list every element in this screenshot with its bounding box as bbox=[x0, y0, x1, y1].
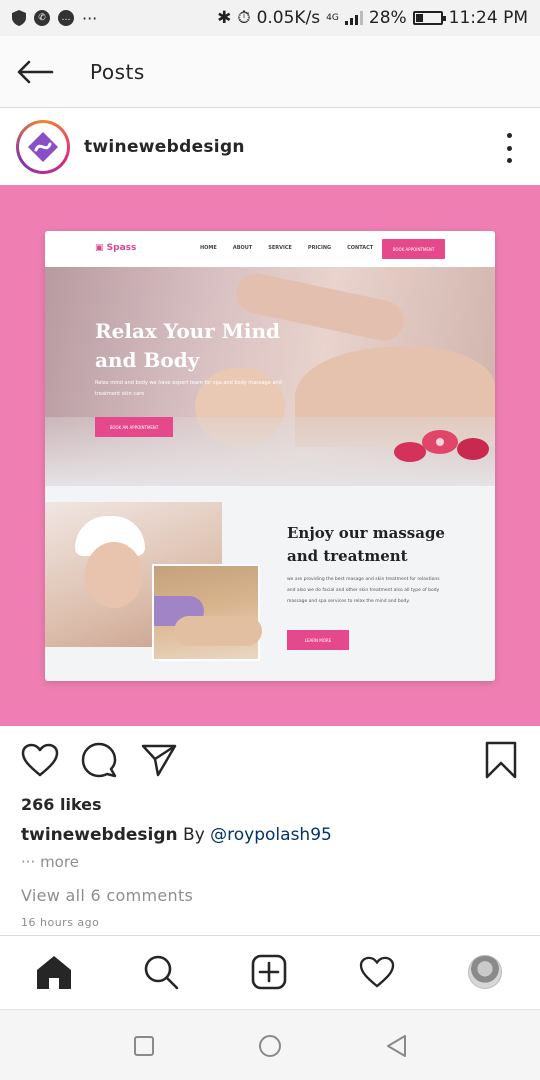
back-triangle-icon bbox=[387, 1035, 406, 1057]
post-image[interactable]: ▣ Spass HOME ABOUT SERVICE PRICING CONTA… bbox=[0, 185, 540, 726]
mockup-section-title: Enjoy our massage and treatment bbox=[287, 524, 445, 565]
nav-profile-button[interactable] bbox=[465, 952, 505, 992]
share-button[interactable] bbox=[139, 740, 179, 780]
mockup-section-text: we are providing the best masage and ski… bbox=[287, 577, 440, 604]
bottom-navigation bbox=[0, 935, 540, 1009]
mockup-navbar: ▣ Spass HOME ABOUT SERVICE PRICING CONTA… bbox=[45, 231, 495, 267]
post-header: twinewebdesign bbox=[0, 109, 540, 185]
send-icon bbox=[141, 744, 177, 777]
bookmark-icon bbox=[485, 741, 517, 779]
mockup-hero-title: Relax Your Mind and Body bbox=[95, 319, 280, 372]
profile-avatar bbox=[468, 955, 502, 989]
more-notifications-indicator: ··· bbox=[82, 8, 98, 28]
mockup-nav-link: HOME bbox=[200, 245, 217, 251]
recents-button[interactable] bbox=[130, 1032, 158, 1060]
post-timestamp: 16 hours ago bbox=[21, 916, 100, 929]
caption-more-link[interactable]: ··· more bbox=[21, 853, 79, 871]
heart-icon bbox=[21, 743, 59, 777]
status-indicators: ✱ ⏱ 0.05K/s 4G 28% 11:24 PM bbox=[217, 8, 528, 28]
nav-activity-button[interactable] bbox=[357, 952, 397, 992]
home-circle-icon bbox=[259, 1035, 281, 1057]
signal-icon bbox=[344, 11, 363, 25]
nav-add-post-button[interactable] bbox=[249, 952, 289, 992]
mockup-nav-link: PRICING bbox=[307, 245, 332, 251]
activity-heart-icon bbox=[359, 956, 395, 988]
mockup-nav-link: SERVICE bbox=[268, 245, 292, 251]
post-actions bbox=[0, 726, 540, 796]
nav-home-button[interactable] bbox=[34, 952, 74, 992]
comment-button[interactable] bbox=[79, 740, 119, 780]
home-icon bbox=[37, 956, 71, 989]
post-avatar[interactable] bbox=[16, 120, 70, 174]
mockup-learn-more-button: LEARN MORE bbox=[287, 630, 349, 650]
post-caption: twinewebdesign By @roypolash95 bbox=[21, 825, 332, 845]
whatsapp-icon: ✆ bbox=[34, 10, 50, 26]
back-button[interactable] bbox=[0, 36, 70, 108]
post-options-button[interactable] bbox=[504, 133, 514, 163]
battery-fill bbox=[415, 14, 423, 22]
add-post-icon bbox=[251, 954, 287, 990]
save-button[interactable] bbox=[481, 740, 521, 780]
mockup-nav-links: HOME ABOUT SERVICE PRICING CONTACT bbox=[200, 245, 373, 251]
top-app-bar: Posts bbox=[0, 36, 540, 108]
nav-search-button[interactable] bbox=[141, 952, 181, 992]
network-speed: 0.05K/s bbox=[256, 8, 321, 28]
shield-icon bbox=[12, 10, 26, 26]
alarm-icon: ⏱ bbox=[237, 8, 251, 28]
status-bar: ✆ … ··· ✱ ⏱ 0.05K/s 4G 28% 11:24 PM bbox=[0, 0, 540, 36]
arrow-left-icon bbox=[17, 60, 54, 83]
more-vertical-icon bbox=[506, 133, 512, 138]
mockup-hero-button: BOOK AN APPOINTMENT bbox=[95, 417, 173, 437]
caption-mention[interactable]: @roypolash95 bbox=[210, 825, 332, 845]
mockup-feature-section: Enjoy our massage and treatment we are p… bbox=[45, 486, 495, 681]
like-button[interactable] bbox=[20, 740, 60, 780]
clock: 11:24 PM bbox=[448, 8, 528, 28]
system-navigation-bar bbox=[0, 1009, 540, 1080]
mockup-nav-link: ABOUT bbox=[232, 245, 253, 251]
mockup-logo: ▣ Spass bbox=[95, 243, 137, 253]
battery-icon bbox=[412, 11, 446, 25]
caption-text: By bbox=[177, 825, 211, 845]
back-system-button[interactable] bbox=[382, 1032, 410, 1060]
mockup-hero-subtitle: Relax mind and body we have expert team … bbox=[95, 380, 282, 397]
page-title: Posts bbox=[90, 59, 145, 84]
view-comments-link[interactable]: View all 6 comments bbox=[21, 886, 193, 905]
likes-count[interactable]: 266 likes bbox=[21, 795, 102, 814]
bluetooth-icon: ✱ bbox=[217, 8, 232, 28]
search-icon bbox=[144, 955, 179, 990]
mockup-nav-link: CONTACT bbox=[347, 245, 374, 251]
orchid-flowers bbox=[394, 430, 489, 462]
post-username[interactable]: twinewebdesign bbox=[84, 137, 245, 157]
notification-icons: ✆ … ··· bbox=[12, 9, 97, 28]
messenger-icon: … bbox=[58, 10, 74, 26]
twine-logo-icon bbox=[28, 132, 58, 162]
network-type: 4G bbox=[326, 12, 339, 23]
recents-square-icon bbox=[134, 1036, 154, 1056]
website-mockup: ▣ Spass HOME ABOUT SERVICE PRICING CONTA… bbox=[45, 231, 495, 681]
mockup-hero: Relax Your Mind and Body Relax mind and … bbox=[45, 267, 495, 486]
mockup-cta-button: BOOK APPOINTMENT bbox=[382, 239, 445, 259]
caption-username[interactable]: twinewebdesign bbox=[21, 825, 178, 845]
body-massage-photo bbox=[152, 564, 262, 661]
comment-icon bbox=[81, 742, 117, 778]
battery-percent: 28% bbox=[368, 8, 407, 28]
home-system-button[interactable] bbox=[256, 1032, 284, 1060]
